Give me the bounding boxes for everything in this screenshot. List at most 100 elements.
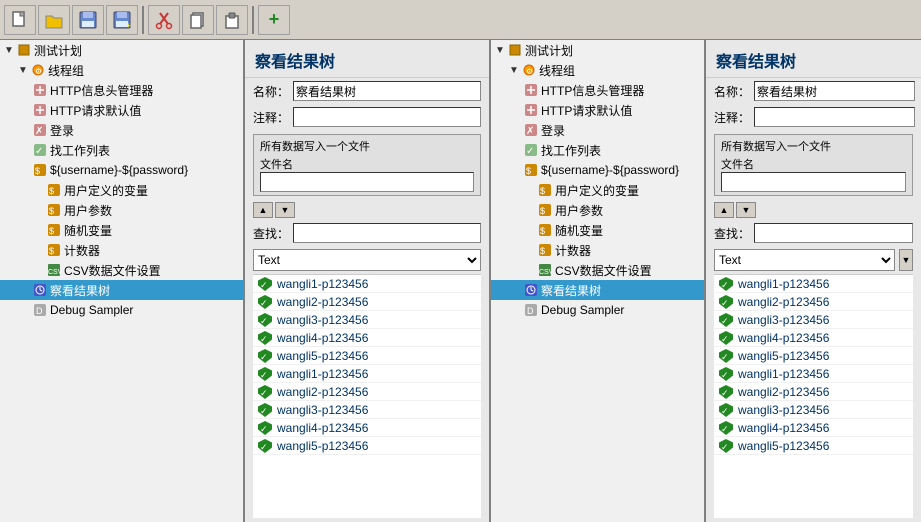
svg-text:$: $: [540, 246, 545, 256]
cut-button[interactable]: [148, 5, 180, 35]
tree-item-plan2[interactable]: ▼测试计划: [491, 40, 704, 60]
list-item[interactable]: ✓ wangli3-p123456: [253, 401, 481, 419]
http-icon: [32, 82, 48, 98]
add-button[interactable]: +: [258, 5, 290, 35]
list-item[interactable]: ✓ wangli2-p123456: [253, 293, 481, 311]
main-area: ▼测试计划▼⚙线程组HTTP信息头管理器HTTP请求默认值✗登录✓找工作列表$$…: [0, 40, 921, 522]
scroll-up-left[interactable]: ▲: [253, 202, 273, 218]
svg-text:✓: ✓: [260, 352, 268, 362]
tree-item-watch2[interactable]: 察看结果树: [491, 280, 704, 300]
list-item[interactable]: ✓ wangli4-p123456: [253, 419, 481, 437]
tree-item-random2[interactable]: $ 随机变量: [491, 220, 704, 240]
tree-item-threadgroup[interactable]: ▼⚙线程组: [0, 60, 243, 80]
scroll-down-right[interactable]: ▼: [736, 202, 756, 218]
tree-item-uservars[interactable]: $用户定义的变量: [0, 180, 243, 200]
list-item[interactable]: ✓ wangli4-p123456: [714, 329, 913, 347]
tree-item-userpwd2[interactable]: $${username}-${password}: [491, 160, 704, 180]
var-icon: $: [46, 202, 62, 218]
result-status-icon: ✓: [257, 348, 273, 364]
svg-text:✓: ✓: [260, 298, 268, 308]
tree-label: 用户定义的变量: [64, 182, 148, 199]
tree-item-csv[interactable]: CSVCSV数据文件设置: [0, 260, 243, 280]
tree-item-uservars2[interactable]: $用户定义的变量: [491, 180, 704, 200]
save-button[interactable]: [72, 5, 104, 35]
list-item[interactable]: ✓ wangli1-p123456: [253, 365, 481, 383]
svg-text:✓: ✓: [721, 298, 729, 308]
tree-item-login[interactable]: ✗登录: [0, 120, 243, 140]
list-item[interactable]: ✓ wangli5-p123456: [714, 347, 913, 365]
open-button[interactable]: [38, 5, 70, 35]
list-item[interactable]: ✓ wangli5-p123456: [714, 437, 913, 455]
dropdown-arrow-right[interactable]: ▼: [899, 249, 913, 271]
type-select-right[interactable]: Text: [714, 249, 895, 271]
filename-input-left[interactable]: [260, 172, 474, 192]
tree-item-userparams2[interactable]: $用户参数: [491, 200, 704, 220]
saveas-button[interactable]: +: [106, 5, 138, 35]
list-item[interactable]: ✓ wangli5-p123456: [253, 347, 481, 365]
watch-icon: [523, 282, 539, 298]
svg-text:+: +: [126, 21, 131, 30]
filename-input-right[interactable]: [721, 172, 906, 192]
name-input-right[interactable]: [754, 81, 915, 101]
svg-text:D: D: [36, 306, 43, 316]
tree-item-threadgroup2[interactable]: ▼⚙线程组: [491, 60, 704, 80]
login-icon: ✗: [523, 122, 539, 138]
search-input-right[interactable]: [754, 223, 913, 243]
tree-item-http-header2[interactable]: HTTP信息头管理器: [491, 80, 704, 100]
result-status-icon: ✓: [718, 366, 734, 382]
result-status-icon: ✓: [718, 348, 734, 364]
name-input-left[interactable]: [293, 81, 481, 101]
svg-text:✓: ✓: [260, 280, 268, 290]
tree-item-userparams[interactable]: $用户参数: [0, 200, 243, 220]
copy-button[interactable]: [182, 5, 214, 35]
tree-item-http-header[interactable]: HTTP信息头管理器: [0, 80, 243, 100]
search-input-left[interactable]: [293, 223, 481, 243]
tree-item-counter[interactable]: $计数器: [0, 240, 243, 260]
new-button[interactable]: [4, 5, 36, 35]
name-label-left: 名称：: [253, 83, 289, 100]
tree-item-worklist[interactable]: ✓找工作列表: [0, 140, 243, 160]
tree-item-debug2[interactable]: DDebug Sampler: [491, 300, 704, 320]
scroll-down-left[interactable]: ▼: [275, 202, 295, 218]
tree-item-random[interactable]: $随机变量: [0, 220, 243, 240]
tree-label: CSV数据文件设置: [64, 262, 161, 279]
list-item[interactable]: ✓ wangli3-p123456: [714, 311, 913, 329]
tree-item-counter2[interactable]: $计数器: [491, 240, 704, 260]
list-item[interactable]: ✓ wangli4-p123456: [714, 419, 913, 437]
list-item[interactable]: ✓ wangli2-p123456: [253, 383, 481, 401]
results-list-left: ✓ wangli1-p123456 ✓ wangli2-p123456 ✓ wa…: [253, 274, 481, 518]
result-status-icon: ✓: [257, 402, 273, 418]
tree-label: 察看结果树: [541, 282, 601, 299]
list-item[interactable]: ✓ wangli4-p123456: [253, 329, 481, 347]
comment-input-left[interactable]: [293, 107, 481, 127]
list-item[interactable]: ✓ wangli3-p123456: [253, 311, 481, 329]
tree-item-http-default[interactable]: HTTP请求默认值: [0, 100, 243, 120]
tree-item-worklist2[interactable]: ✓找工作列表: [491, 140, 704, 160]
comment-input-right[interactable]: [754, 107, 915, 127]
list-item[interactable]: ✓ wangli1-p123456: [714, 365, 913, 383]
tree-item-http-default2[interactable]: HTTP请求默认值: [491, 100, 704, 120]
paste-button[interactable]: [216, 5, 248, 35]
tree-item-userpwd[interactable]: $${username}-${password}: [0, 160, 243, 180]
tree-label: 找工作列表: [50, 142, 110, 159]
tree-item-login2[interactable]: ✗登录: [491, 120, 704, 140]
list-item[interactable]: ✓ wangli5-p123456: [253, 437, 481, 455]
tree-item-csv2[interactable]: CSVCSV数据文件设置: [491, 260, 704, 280]
tree-item-watch[interactable]: 察看结果树: [0, 280, 243, 300]
filename-label-left: 文件名: [260, 159, 293, 171]
list-item[interactable]: ✓ wangli2-p123456: [714, 293, 913, 311]
tree-label: 用户参数: [555, 202, 603, 219]
result-status-icon: ✓: [257, 330, 273, 346]
type-select-left[interactable]: Text: [253, 249, 481, 271]
tree-label: 随机变量: [555, 222, 603, 239]
svg-text:$: $: [526, 166, 531, 176]
list-item[interactable]: ✓ wangli1-p123456: [714, 275, 913, 293]
scroll-up-right[interactable]: ▲: [714, 202, 734, 218]
list-item[interactable]: ✓ wangli3-p123456: [714, 401, 913, 419]
tree-item-debug[interactable]: DDebug Sampler: [0, 300, 243, 320]
svg-text:$: $: [540, 226, 545, 236]
list-item[interactable]: ✓ wangli1-p123456: [253, 275, 481, 293]
tree-item-plan[interactable]: ▼测试计划: [0, 40, 243, 60]
list-item[interactable]: ✓ wangli2-p123456: [714, 383, 913, 401]
result-status-icon: ✓: [257, 276, 273, 292]
